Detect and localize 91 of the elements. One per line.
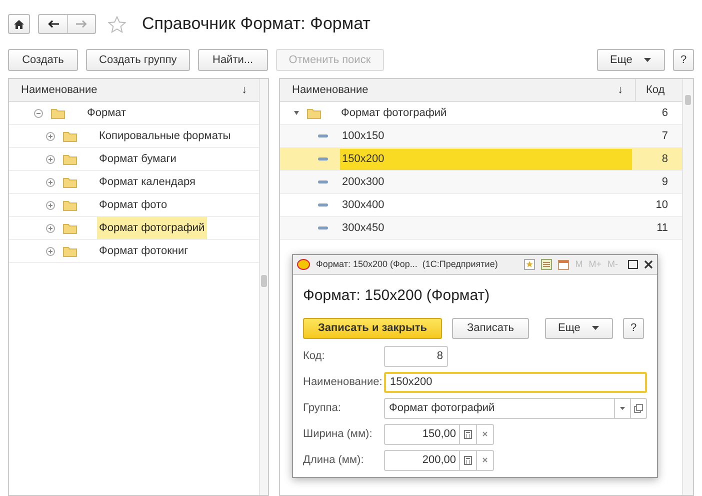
- table-cell-text: 100x150: [341, 128, 386, 144]
- item-icon: [318, 180, 328, 184]
- table-cell-text: 8: [660, 152, 669, 167]
- logo-icon: [297, 259, 310, 270]
- dialog-heading: Формат: 150x200 (Формат): [303, 286, 491, 306]
- field-label: Код:: [303, 348, 326, 364]
- save-and-close-button[interactable]: Записать и закрыть: [303, 318, 442, 338]
- column-header[interactable]: Код: [636, 79, 682, 101]
- help-button[interactable]: ?: [623, 318, 644, 338]
- tree-item[interactable]: Формат фотокниг: [9, 240, 259, 263]
- home-icon: [14, 20, 24, 28]
- table-cell: 150x200: [340, 148, 632, 170]
- table-row[interactable]: 100x150 7: [280, 125, 682, 148]
- table-cell-text: 6: [660, 106, 669, 121]
- expand-icon[interactable]: [46, 200, 55, 210]
- toolbar-button[interactable]: Создать группу: [86, 49, 190, 71]
- sort-arrow: ↓: [618, 82, 623, 98]
- toolbar-button[interactable]: Создать: [8, 49, 78, 71]
- name-field[interactable]: 150x200: [384, 372, 647, 392]
- table-row[interactable]: 150x200 8: [280, 148, 682, 171]
- table-row[interactable]: 200x300 9: [280, 171, 682, 194]
- tree-item[interactable]: Формат: [9, 102, 259, 125]
- expand-icon[interactable]: [46, 132, 55, 140]
- back-arrow-icon: [48, 20, 58, 28]
- clear-icon[interactable]: [482, 457, 488, 463]
- folder-icon: [63, 176, 77, 188]
- table-icon[interactable]: [541, 259, 552, 270]
- table-cell-text: 300x400: [341, 198, 386, 213]
- close-icon[interactable]: [644, 260, 653, 269]
- home-button[interactable]: [8, 14, 30, 34]
- table-cell-text: 300x450: [341, 220, 386, 236]
- table-cell-text: 11: [656, 220, 669, 236]
- table-cell-text: Формат фотографий: [341, 106, 447, 121]
- page-title: Справочник Формат: Формат: [142, 13, 370, 36]
- sort-arrow: ↓: [242, 82, 247, 98]
- table-cell-text: 9: [660, 174, 669, 190]
- help-button[interactable]: ?: [673, 49, 694, 71]
- clear-icon[interactable]: [482, 431, 488, 437]
- folder-icon: [63, 200, 77, 210]
- open-icon: [634, 404, 643, 412]
- folder-icon: [63, 130, 77, 142]
- bookmark-icon[interactable]: [524, 259, 536, 270]
- dialog-window-title: Формат: 150x200 (Фор... (1С:Предприятие): [316, 258, 498, 271]
- item-icon: [318, 226, 328, 230]
- forward-arrow-icon: [76, 20, 87, 28]
- folder-icon: [63, 154, 77, 164]
- expand-icon[interactable]: [46, 178, 55, 186]
- expand-icon[interactable]: [46, 246, 55, 256]
- number-field[interactable]: 150,00: [384, 424, 494, 444]
- folder-icon: [307, 108, 321, 118]
- field-label: Группа:: [303, 400, 342, 416]
- field-label: Наименование:: [303, 374, 384, 390]
- collapse-icon[interactable]: [34, 108, 43, 118]
- field-label: Длина (мм):: [303, 452, 365, 468]
- scrollbar[interactable]: [682, 79, 693, 495]
- item-icon: [318, 203, 328, 207]
- column-header[interactable]: Наименование ↓: [9, 79, 259, 102]
- tree-item[interactable]: Формат фотографий: [9, 217, 259, 240]
- caret-icon: [294, 111, 299, 115]
- table-cell-text: 7: [660, 128, 669, 144]
- table-row[interactable]: 300x450 11: [280, 217, 682, 240]
- calendar-icon[interactable]: [558, 259, 570, 270]
- scrollbar[interactable]: [259, 79, 268, 495]
- column-header[interactable]: Наименование ↓: [280, 79, 636, 101]
- tree-item[interactable]: Формат бумаги: [9, 148, 259, 171]
- maximize-icon[interactable]: [628, 260, 638, 269]
- item-icon: [318, 134, 328, 138]
- caret-icon: [592, 326, 600, 330]
- expand-icon[interactable]: [46, 224, 55, 232]
- star-icon[interactable]: [108, 16, 126, 32]
- tree-item[interactable]: Копировальные форматы: [9, 125, 259, 148]
- item-icon: [318, 157, 328, 161]
- more-button[interactable]: Еще: [597, 49, 665, 71]
- group-select[interactable]: Формат фотографий: [384, 398, 647, 418]
- table-cell-text: 10: [654, 198, 669, 213]
- calculator-icon[interactable]: [464, 456, 472, 464]
- code-field[interactable]: 8: [384, 346, 448, 366]
- toolbar-button[interactable]: Найти...: [198, 49, 268, 71]
- folder-icon: [63, 222, 77, 234]
- folder-icon: [63, 246, 77, 256]
- calculator-icon[interactable]: [464, 430, 472, 438]
- tree-item[interactable]: Формат календаря: [9, 171, 259, 194]
- folder-icon: [51, 108, 65, 118]
- table-cell-text: 200x300: [341, 174, 386, 190]
- field-label: Ширина (мм):: [303, 426, 374, 442]
- save-button[interactable]: Записать: [452, 318, 529, 338]
- caret-icon: [620, 406, 625, 410]
- expand-icon[interactable]: [46, 154, 55, 164]
- number-field[interactable]: 200,00: [384, 450, 494, 470]
- more-button[interactable]: Еще: [545, 318, 613, 338]
- caret-icon: [644, 58, 652, 62]
